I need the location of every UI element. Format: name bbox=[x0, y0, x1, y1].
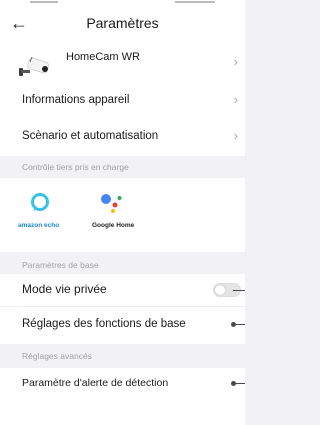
device-row[interactable]: HomeCam WR › bbox=[0, 42, 245, 86]
chevron-right-icon: › bbox=[233, 54, 238, 69]
status-bar-carrier bbox=[30, 1, 58, 3]
scenario-label: Scènario et automatisation bbox=[22, 130, 159, 142]
toggle-track-line bbox=[233, 290, 245, 291]
device-name: HomeCam WR bbox=[66, 51, 140, 63]
basic-functions-row[interactable]: Réglages des fonctions de base bbox=[0, 307, 245, 344]
advanced-section-title: Réglages avancés bbox=[22, 351, 92, 361]
privacy-mode-row: Mode vie privée bbox=[0, 274, 245, 306]
google-assistant-icon bbox=[100, 192, 124, 214]
google-home-label: Google Home bbox=[92, 222, 135, 229]
advanced-section-header: Réglages avancés bbox=[0, 344, 245, 368]
status-bar-indicators bbox=[175, 1, 215, 3]
third-party-section-title: Contrôle tiers pris en charge bbox=[22, 162, 129, 172]
google-home-integration[interactable]: Google Home bbox=[92, 192, 144, 242]
privacy-mode-label: Mode vie privée bbox=[22, 282, 107, 296]
page-title: Paramètres bbox=[86, 15, 159, 31]
basic-functions-label: Réglages des fonctions de base bbox=[22, 318, 186, 330]
basic-section-title: Paramètres de base bbox=[22, 260, 99, 270]
row-indicator-line bbox=[234, 383, 245, 384]
chevron-right-icon: › bbox=[233, 92, 238, 107]
detection-alert-label: Paramètre d'alerte de détection bbox=[22, 377, 169, 389]
chevron-right-icon: › bbox=[233, 128, 238, 143]
device-info-label: Informations appareil bbox=[22, 94, 130, 106]
basic-section-header: Paramètres de base bbox=[0, 252, 245, 274]
scenario-row[interactable]: Scènario et automatisation › bbox=[0, 116, 245, 156]
third-party-row: amazon echo Google Home bbox=[0, 178, 245, 252]
security-camera-icon bbox=[18, 56, 52, 78]
device-info-row[interactable]: Informations appareil › bbox=[0, 86, 245, 116]
header: ← Paramètres bbox=[0, 6, 245, 42]
toggle-knob bbox=[215, 285, 225, 295]
third-party-section-header: Contrôle tiers pris en charge bbox=[0, 156, 245, 178]
alexa-integration[interactable]: amazon echo bbox=[18, 192, 62, 242]
detection-alert-row[interactable]: Paramètre d'alerte de détection bbox=[0, 368, 245, 400]
alexa-label: amazon echo bbox=[18, 222, 60, 229]
next-row-partial bbox=[0, 400, 245, 425]
row-indicator-line bbox=[234, 324, 245, 325]
alexa-icon bbox=[30, 192, 50, 212]
